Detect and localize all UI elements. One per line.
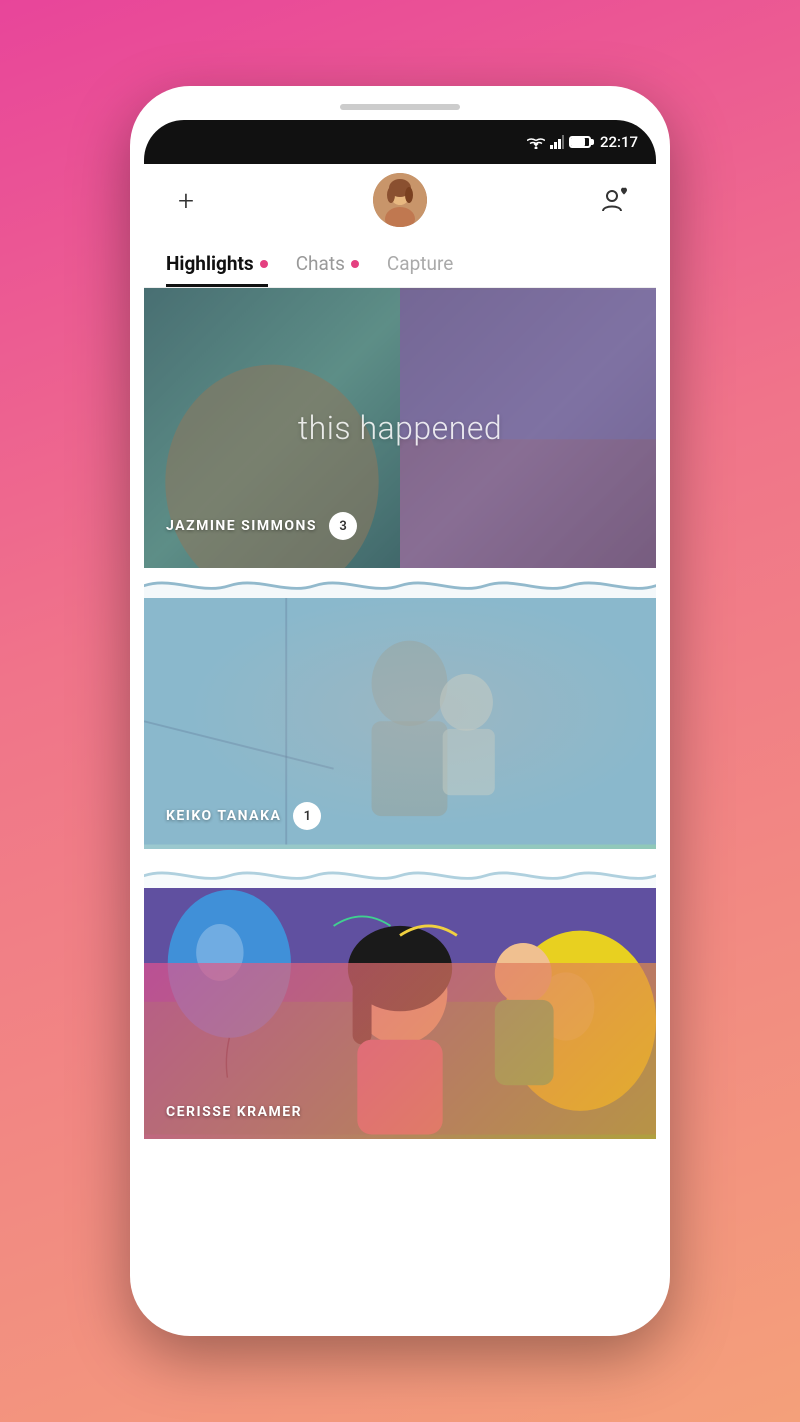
avatar-image <box>373 173 427 227</box>
card-user-label-cerisse: CERISSE KRAMER <box>166 1104 302 1120</box>
wifi-icon <box>527 135 545 149</box>
wave-separator-2 <box>144 858 656 888</box>
tabs-bar: Highlights Chats Capture <box>144 236 656 288</box>
jazmine-count-badge: 3 <box>329 512 357 540</box>
tab-highlights-dot <box>260 260 268 268</box>
tab-chats-label: Chats <box>296 252 345 275</box>
jazmine-name: JAZMINE SIMMONS <box>166 518 317 534</box>
tab-capture[interactable]: Capture <box>387 252 453 287</box>
phone-device: 22:17 + <box>130 86 670 1336</box>
card-bg-3 <box>144 888 656 1139</box>
app-header: + <box>144 164 656 236</box>
wave-separator-1 <box>144 568 656 598</box>
tab-chats-dot <box>351 260 359 268</box>
status-icons: 22:17 <box>527 133 638 151</box>
add-button[interactable]: + <box>166 184 206 217</box>
story-card-jazmine[interactable]: this happened JAZMINE SIMMONS 3 <box>144 288 656 568</box>
status-bar: 22:17 <box>144 120 656 164</box>
tab-highlights-label: Highlights <box>166 252 254 275</box>
card-user-label-jazmine: JAZMINE SIMMONS 3 <box>166 512 357 540</box>
tab-chats[interactable]: Chats <box>296 252 359 287</box>
story-card-cerisse[interactable]: CERISSE KRAMER <box>144 888 656 1148</box>
profile-icon-button[interactable] <box>594 180 634 220</box>
avatar[interactable] <box>373 173 427 227</box>
tab-highlights[interactable]: Highlights <box>166 252 268 287</box>
signal-icon <box>550 135 564 149</box>
this-happened-text: this happened <box>298 409 502 447</box>
status-time: 22:17 <box>600 133 638 151</box>
content-area: this happened JAZMINE SIMMONS 3 <box>144 288 656 1296</box>
story-card-keiko[interactable]: KEIKO TANAKA 1 <box>144 598 656 858</box>
tab-capture-label: Capture <box>387 252 453 275</box>
keiko-name: KEIKO TANAKA <box>166 808 281 824</box>
phone-notch <box>340 104 460 110</box>
phone-screen: 22:17 + <box>144 120 656 1296</box>
card-user-label-keiko: KEIKO TANAKA 1 <box>166 802 321 830</box>
battery-icon <box>569 136 591 148</box>
person-heart-icon <box>599 185 629 215</box>
cerisse-name: CERISSE KRAMER <box>166 1104 302 1120</box>
keiko-count-badge: 1 <box>293 802 321 830</box>
